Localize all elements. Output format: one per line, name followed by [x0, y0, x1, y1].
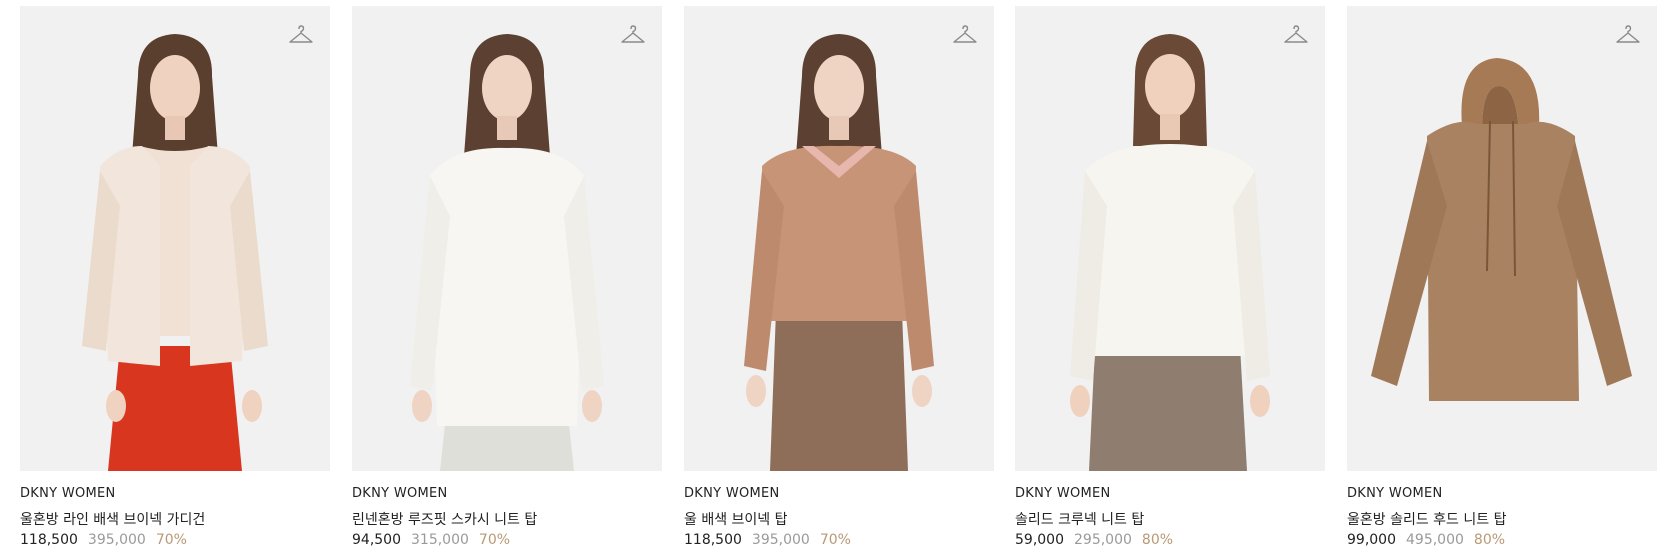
hanger-icon[interactable] — [952, 22, 978, 48]
product-image[interactable] — [1015, 6, 1325, 471]
original-price: 395,000 — [751, 532, 810, 548]
product-image[interactable] — [352, 6, 662, 471]
product-brand: DKNY WOMEN — [1347, 486, 1443, 501]
product-card[interactable]: DKNY WOMEN 린넨혼방 루즈핏 스카시 니트 탑 94,500 315,0… — [352, 6, 662, 550]
product-prices: 118,500 395,000 70% — [684, 532, 994, 550]
product-image[interactable] — [1347, 6, 1657, 471]
product-card[interactable]: DKNY WOMEN 솔리드 크루넥 니트 탑 59,000 295,000 80% — [1015, 6, 1325, 550]
product-prices: 118,500 395,000 70% — [20, 532, 330, 550]
product-grid: DKNY WOMEN 울혼방 라인 배색 브이넥 가디건 118,500 395,… — [0, 0, 1657, 552]
discount-rate: 70% — [478, 532, 511, 548]
hanger-icon[interactable] — [620, 22, 646, 48]
product-image[interactable] — [684, 6, 994, 471]
product-card[interactable]: DKNY WOMEN 울혼방 솔리드 후드 니트 탑 99,000 495,000… — [1347, 6, 1657, 550]
product-prices: 59,000 295,000 80% — [1015, 532, 1325, 550]
discount-rate: 70% — [819, 532, 851, 548]
product-card[interactable]: DKNY WOMEN 울 배색 브이넥 탑 118,500 395,000 70% — [684, 6, 994, 550]
product-brand: DKNY WOMEN — [352, 486, 448, 501]
product-name[interactable]: 울혼방 라인 배색 브이넥 가디건 — [20, 509, 330, 528]
product-prices: 99,000 495,000 80% — [1347, 532, 1657, 550]
product-image[interactable] — [20, 6, 330, 471]
original-price: 395,000 — [87, 532, 146, 548]
discount-rate: 70% — [155, 532, 187, 548]
sale-price: 118,500 — [684, 532, 742, 548]
sale-price: 99,000 — [1347, 532, 1396, 548]
product-name[interactable]: 솔리드 크루넥 니트 탑 — [1015, 509, 1325, 528]
sale-price: 59,000 — [1015, 532, 1064, 548]
sale-price: 94,500 — [352, 532, 401, 548]
product-brand: DKNY WOMEN — [20, 486, 116, 501]
sale-price: 118,500 — [20, 532, 78, 548]
original-price: 315,000 — [411, 532, 469, 548]
product-name[interactable]: 울 배색 브이넥 탑 — [684, 509, 994, 528]
discount-rate: 80% — [1141, 532, 1174, 548]
product-name[interactable]: 울혼방 솔리드 후드 니트 탑 — [1347, 509, 1657, 528]
hanger-icon[interactable] — [1615, 22, 1641, 48]
product-name[interactable]: 린넨혼방 루즈핏 스카시 니트 탑 — [352, 509, 662, 528]
product-card[interactable]: DKNY WOMEN 울혼방 라인 배색 브이넥 가디건 118,500 395,… — [20, 6, 330, 550]
hanger-icon[interactable] — [1283, 22, 1309, 48]
discount-rate: 80% — [1473, 532, 1506, 548]
original-price: 295,000 — [1074, 532, 1132, 548]
product-prices: 94,500 315,000 70% — [352, 532, 662, 550]
product-brand: DKNY WOMEN — [1015, 486, 1111, 501]
original-price: 495,000 — [1406, 532, 1464, 548]
hanger-icon[interactable] — [288, 22, 314, 48]
product-brand: DKNY WOMEN — [684, 486, 780, 501]
